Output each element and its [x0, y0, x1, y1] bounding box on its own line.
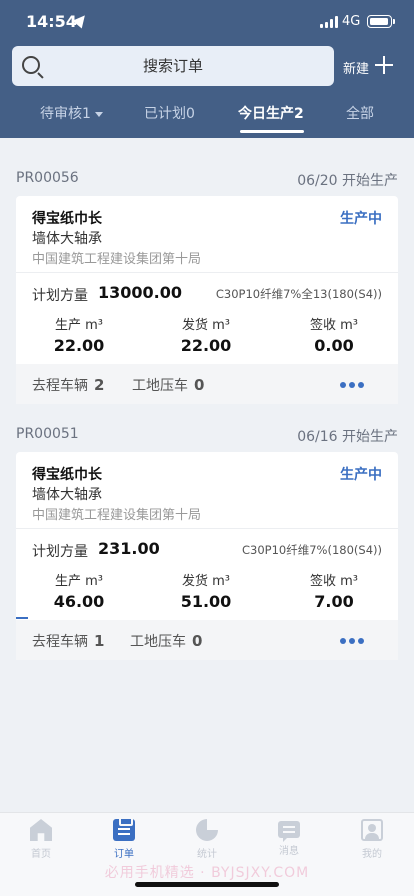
- stat-produced: 生产 m³ 22.00: [19, 314, 139, 355]
- order-start-date: 06/20 开始生产: [297, 173, 398, 189]
- watermark: 必用手机精选 · BYJSJXY.COM: [104, 865, 310, 881]
- stat-produced-label: 生产 m³: [54, 318, 103, 333]
- site-queue: 工地压车 0: [130, 631, 202, 651]
- site-queue-label: 工地压车: [130, 634, 186, 650]
- stat-signed-label: 签收 m³: [309, 574, 358, 589]
- new-order-label: 新建: [343, 62, 370, 77]
- network-type: 4G: [342, 14, 361, 29]
- order-status-tabs: 待审核1 已计划0 今日生产2 全部: [0, 95, 414, 135]
- status-bar: 14:54 4G: [0, 0, 414, 44]
- search-box[interactable]: 搜索订单: [12, 46, 334, 86]
- tab-today-production-label: 今日生产2: [238, 106, 304, 122]
- home-indicator[interactable]: [135, 882, 279, 887]
- stat-signed-value: 7.00: [314, 592, 354, 611]
- tab-pending-review[interactable]: 待审核1: [40, 103, 103, 123]
- divider: [16, 272, 398, 273]
- outbound-vehicles-label: 去程车辆: [32, 634, 88, 650]
- stat-produced-value: 22.00: [53, 336, 105, 355]
- tabbar-item-messages[interactable]: 消息: [259, 819, 319, 857]
- outbound-vehicles-count: 1: [94, 632, 105, 650]
- tabbar-item-orders[interactable]: 订单: [94, 817, 154, 860]
- stat-delivered: 发货 m³ 51.00: [146, 570, 266, 611]
- divider: [16, 528, 398, 529]
- tabbar-stats-label: 统计: [197, 849, 217, 860]
- search-placeholder: 搜索订单: [142, 57, 203, 75]
- stat-produced-label: 生产 m³: [54, 574, 103, 589]
- outbound-vehicles: 去程车辆 2: [32, 375, 104, 395]
- stat-signed: 签收 m³ 7.00: [274, 570, 394, 611]
- stat-signed-value: 0.00: [314, 336, 354, 355]
- order-icon: [113, 817, 135, 841]
- construction-part: 墙体大轴承: [32, 231, 102, 247]
- stat-delivered-value: 22.00: [180, 336, 232, 355]
- plus-icon: [375, 56, 393, 74]
- company-name: 中国建筑工程建设集团第十局: [32, 508, 202, 523]
- stat-produced: 生产 m³ 46.00: [19, 570, 139, 611]
- order-id: PR00056: [16, 170, 79, 186]
- tabbar-item-profile[interactable]: 我的: [342, 819, 402, 860]
- order-card[interactable]: 得宝纸巾长 生产中 墙体大轴承 中国建筑工程建设集团第十局 计划方量 13000…: [16, 196, 398, 404]
- stat-delivered-value: 51.00: [180, 592, 232, 611]
- profile-icon: [361, 819, 383, 841]
- stat-produced-value: 46.00: [53, 592, 105, 611]
- signal-icon: [320, 16, 340, 28]
- plan-volume-value: 231.00: [98, 539, 160, 558]
- concrete-spec: C30P10纤维7%全13(180(S4)): [215, 287, 382, 301]
- tabbar-item-stats[interactable]: 统计: [177, 819, 237, 860]
- outbound-vehicles-count: 2: [94, 376, 105, 394]
- plan-volume-label: 计划方量: [32, 288, 88, 304]
- caret-down-icon: [94, 111, 103, 117]
- stats-icon: [196, 819, 218, 841]
- battery-icon: [367, 15, 392, 28]
- outbound-vehicles-label: 去程车辆: [32, 378, 88, 394]
- tabbar-profile-label: 我的: [362, 849, 382, 860]
- message-icon: [278, 821, 300, 842]
- stat-delivered-label: 发货 m³: [181, 574, 230, 589]
- tabbar-messages-label: 消息: [279, 846, 299, 857]
- tab-planned-label: 已计划0: [144, 106, 195, 122]
- status-badge: 生产中: [340, 467, 382, 483]
- site-queue-count: 0: [192, 632, 203, 650]
- stat-signed: 签收 m³ 0.00: [274, 314, 394, 355]
- order-start-date: 06/16 开始生产: [297, 429, 398, 445]
- customer-name: 得宝纸巾长: [32, 467, 102, 483]
- plan-volume-label: 计划方量: [32, 544, 88, 560]
- more-options-icon[interactable]: [340, 638, 364, 644]
- battery-tip: [393, 19, 395, 24]
- new-order-button[interactable]: 新建: [343, 46, 399, 86]
- home-icon: [30, 819, 52, 841]
- construction-part: 墙体大轴承: [32, 487, 102, 503]
- order-card-footer: 去程车辆 2 工地压车 0: [16, 364, 398, 404]
- status-badge: 生产中: [340, 211, 382, 227]
- order-id: PR00051: [16, 426, 79, 442]
- outbound-vehicles: 去程车辆 1: [32, 631, 104, 651]
- tab-all[interactable]: 全部: [346, 103, 374, 123]
- stat-delivered: 发货 m³ 22.00: [146, 314, 266, 355]
- concrete-spec: C30P10纤维7%(180(S4)): [242, 543, 382, 557]
- progress-indicator: [16, 617, 28, 619]
- company-name: 中国建筑工程建设集团第十局: [32, 252, 202, 267]
- more-options-icon[interactable]: [340, 382, 364, 388]
- stat-delivered-label: 发货 m³: [181, 318, 230, 333]
- order-card-footer: 去程车辆 1 工地压车 0: [16, 620, 398, 660]
- tab-today-production[interactable]: 今日生产2: [238, 103, 304, 123]
- status-time: 14:54: [26, 12, 77, 31]
- active-tab-indicator: [240, 130, 304, 133]
- customer-name: 得宝纸巾长: [32, 211, 102, 227]
- app-header: 14:54 4G 搜索订单 新建 待审核1 已计划0 今日生产2 全部: [0, 0, 414, 138]
- plan-volume-value: 13000.00: [98, 283, 183, 302]
- site-queue: 工地压车 0: [132, 375, 204, 395]
- tab-pending-review-label: 待审核1: [40, 106, 91, 122]
- tabbar-home-label: 首页: [31, 849, 51, 860]
- tabbar-item-home[interactable]: 首页: [11, 819, 71, 860]
- tabbar-orders-label: 订单: [114, 849, 134, 860]
- site-queue-label: 工地压车: [132, 378, 188, 394]
- site-queue-count: 0: [194, 376, 205, 394]
- order-card[interactable]: 得宝纸巾长 生产中 墙体大轴承 中国建筑工程建设集团第十局 计划方量 231.0…: [16, 452, 398, 660]
- tab-planned[interactable]: 已计划0: [144, 103, 195, 123]
- stat-signed-label: 签收 m³: [309, 318, 358, 333]
- tab-all-label: 全部: [346, 106, 374, 122]
